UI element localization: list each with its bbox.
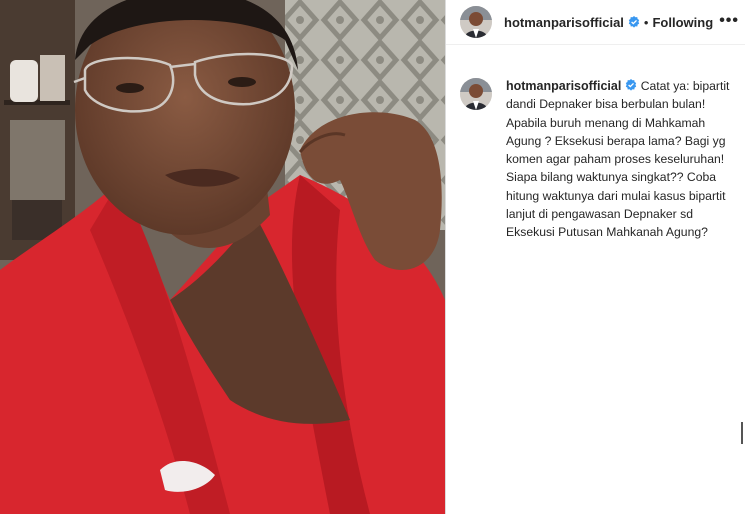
post-details-panel: hotmanparisofficial • Following ••• hotm…	[446, 0, 745, 514]
scrollbar-thumb[interactable]	[741, 422, 743, 444]
avatar-image	[460, 78, 492, 110]
avatar-image	[460, 6, 492, 38]
header-username[interactable]: hotmanparisofficial	[504, 15, 624, 30]
profile-avatar[interactable]	[460, 6, 492, 38]
following-button[interactable]: Following	[652, 15, 713, 30]
caption-body: Catat ya: bipartit dandi Depnaker bisa b…	[506, 79, 730, 240]
post-caption: hotmanparisofficial Catat ya: bipartit d…	[460, 78, 735, 242]
caption-avatar[interactable]	[460, 78, 492, 110]
verified-badge-icon	[628, 16, 640, 28]
post-header: hotmanparisofficial • Following •••	[446, 0, 745, 45]
separator-dot: •	[643, 14, 649, 30]
caption-username[interactable]: hotmanparisofficial	[506, 79, 621, 93]
verified-badge-icon	[626, 79, 637, 91]
more-options-icon[interactable]: •••	[719, 12, 739, 30]
video-frame-image	[0, 0, 445, 514]
post-media[interactable]	[0, 0, 445, 514]
caption-text-block: hotmanparisofficial Catat ya: bipartit d…	[506, 77, 731, 242]
